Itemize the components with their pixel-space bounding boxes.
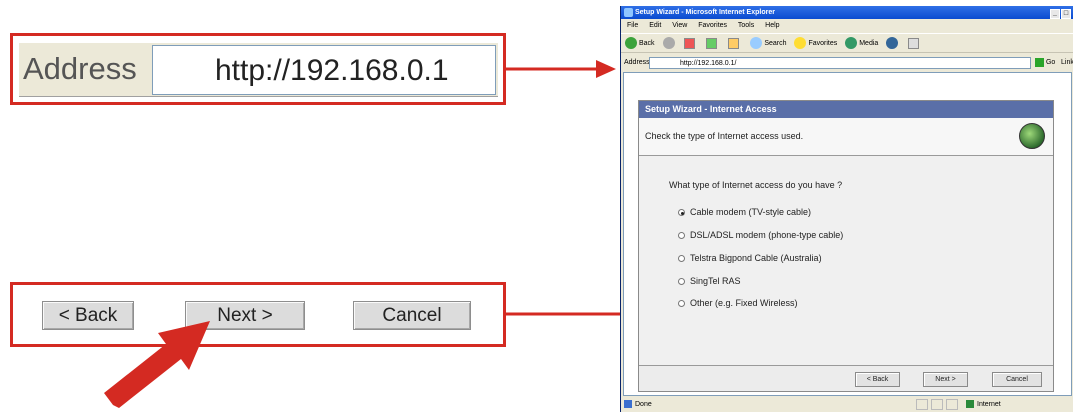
stop-icon [684,37,696,49]
internet-zone-icon [966,400,974,409]
ie-address-label: Address [624,59,650,66]
ie-addressbar: Address http://192.168.0.1/ Go Links [621,55,1073,71]
setup-wizard-dialog: Setup Wizard - Internet Access Check the… [638,100,1054,392]
forward-arrow-icon [662,37,675,50]
menu-edit[interactable]: Edit [649,22,661,29]
option-other[interactable]: Other (e.g. Fixed Wireless) [678,297,798,309]
menu-tools[interactable]: Tools [738,22,754,29]
refresh-icon [706,37,718,49]
ie-menubar: File Edit View Favorites Tools Help [621,20,1073,32]
ie-address-value: http://192.168.0.1/ [680,60,737,67]
status-text: Done [635,401,652,408]
ie-toolbar: Back Search Favorites Media [621,33,1073,53]
radio-icon[interactable] [678,278,685,285]
next-button-zoomed[interactable]: Next > [185,301,305,330]
ie-address-input[interactable]: http://192.168.0.1/ [649,57,1031,69]
option-cable-modem[interactable]: Cable modem (TV-style cable) [678,206,811,218]
toolbar-favorites-button[interactable]: Favorites [794,34,837,54]
media-icon [845,37,858,50]
address-bar-zoomed: Address http://192.168.0.1 [19,42,498,97]
ie-titlebar: Setup Wizard - Microsoft Internet Explor… [621,6,1073,19]
wizard-cancel-button[interactable]: Cancel [992,372,1042,387]
page-done-icon [624,400,632,409]
wizard-next-button[interactable]: Next > [923,372,968,387]
go-button[interactable]: Go [1035,57,1055,69]
ie-statusbar: Done Internet [621,397,1073,412]
cancel-button-zoomed[interactable]: Cancel [353,301,471,330]
ie-logo-icon [624,8,633,17]
minimize-icon[interactable]: _ [1050,9,1060,19]
status-cell [946,399,958,410]
search-icon [750,37,763,50]
history-icon [886,37,899,50]
go-arrow-icon [1035,57,1044,67]
links-label[interactable]: Links [1061,55,1073,71]
status-zone: Internet [966,397,1001,412]
wizard-question: What type of Internet access do you have… [669,180,843,190]
buttons-callout: < Back Next > Cancel [10,282,506,347]
mail-icon [908,37,920,49]
ie-window: Setup Wizard - Microsoft Internet Explor… [620,6,1073,412]
option-telstra-bigpond[interactable]: Telstra Bigpond Cable (Australia) [678,252,822,264]
radio-icon[interactable] [678,232,685,239]
toolbar-stop-button[interactable] [684,34,698,54]
menu-file[interactable]: File [627,22,638,29]
status-cell [931,399,943,410]
ie-content-area: Setup Wizard - Internet Access Check the… [623,72,1072,396]
menu-view[interactable]: View [672,22,687,29]
back-arrow-icon [625,37,637,50]
address-field-zoomed[interactable]: http://192.168.0.1 [152,45,496,95]
wizard-footer: < Back Next > Cancel [639,365,1053,391]
toolbar-media-button[interactable]: Media [845,34,878,54]
wizard-title: Setup Wizard - Internet Access [639,101,1053,118]
option-dsl-adsl[interactable]: DSL/ADSL modem (phone-type cable) [678,229,843,241]
radio-selected-icon[interactable] [678,209,685,216]
toolbar-search-button[interactable]: Search [750,34,787,54]
toolbar-home-button[interactable] [728,34,742,54]
ie-title-text: Setup Wizard - Microsoft Internet Explor… [635,9,775,16]
window-controls: _ □ [1049,7,1071,20]
wizard-header: Check the type of Internet access used. [639,118,1053,156]
toolbar-refresh-button[interactable] [706,34,720,54]
status-cell [916,399,928,410]
wizard-header-text: Check the type of Internet access used. [645,131,804,141]
address-label-zoomed: Address [23,51,137,86]
home-icon [728,37,740,49]
address-url-zoomed: http://192.168.0.1 [215,54,449,87]
menu-favorites[interactable]: Favorites [698,22,727,29]
menu-help[interactable]: Help [765,22,779,29]
globe-icon [1019,123,1045,149]
toolbar-history-button[interactable] [886,34,900,54]
address-arrow-head [596,60,616,78]
toolbar-back-button[interactable]: Back [625,34,655,54]
back-button-zoomed[interactable]: < Back [42,301,134,330]
maximize-icon[interactable]: □ [1061,9,1071,19]
wizard-back-button[interactable]: < Back [855,372,900,387]
toolbar-forward-button[interactable] [662,34,677,54]
radio-icon[interactable] [678,255,685,262]
radio-icon[interactable] [678,300,685,307]
star-icon [794,37,807,50]
toolbar-mail-button[interactable] [908,34,922,54]
option-singtel-ras[interactable]: SingTel RAS [678,275,741,287]
address-callout: Address http://192.168.0.1 [10,33,506,105]
